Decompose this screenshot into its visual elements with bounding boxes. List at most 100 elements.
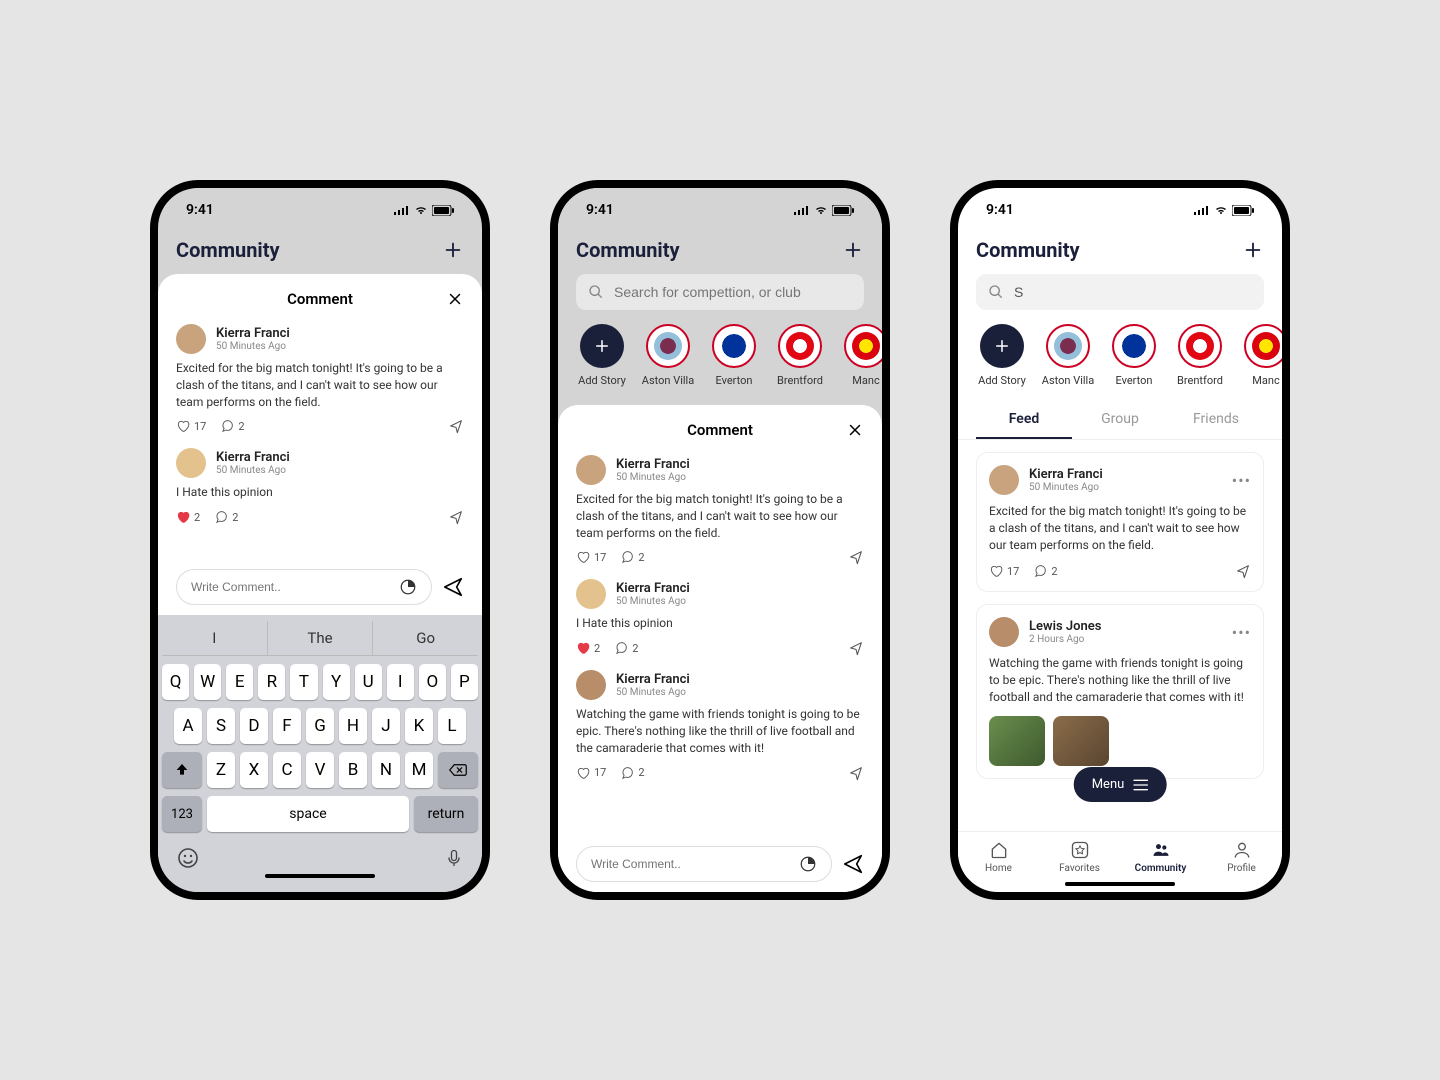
send-icon[interactable]	[842, 853, 864, 875]
avatar[interactable]	[576, 455, 606, 485]
tab-friends[interactable]: Friends	[1168, 401, 1264, 439]
comment-author[interactable]: Kierra Franci	[616, 457, 690, 472]
comment-textfield[interactable]	[191, 580, 399, 594]
key-F[interactable]: F	[273, 708, 301, 744]
share-icon[interactable]	[848, 549, 864, 565]
share-icon[interactable]	[848, 640, 864, 656]
home-indicator[interactable]	[265, 874, 375, 878]
key-S[interactable]: S	[207, 708, 235, 744]
reply-button[interactable]: 2	[614, 641, 638, 655]
avatar[interactable]	[989, 617, 1019, 647]
stories-row[interactable]: Add StoryAston VillaEvertonBrentfordManc	[958, 324, 1282, 401]
comment-author[interactable]: Kierra Franci	[216, 450, 290, 465]
nav-favorites[interactable]: Favorites	[1039, 840, 1120, 874]
key-U[interactable]: U	[355, 664, 382, 700]
shift-key[interactable]	[162, 752, 202, 788]
share-icon[interactable]	[848, 765, 864, 781]
avatar[interactable]	[176, 324, 206, 354]
search-input[interactable]	[1014, 284, 1252, 300]
suggestion[interactable]: I	[162, 621, 268, 655]
reply-button[interactable]: 2	[620, 550, 644, 564]
key-Y[interactable]: Y	[323, 664, 350, 700]
reply-button[interactable]: 2	[1033, 564, 1057, 578]
post-author[interactable]: Kierra Franci	[1029, 467, 1103, 482]
post-image[interactable]	[1053, 716, 1109, 766]
comment-input-field[interactable]	[176, 569, 432, 605]
key-D[interactable]: D	[240, 708, 268, 744]
key-R[interactable]: R	[258, 664, 285, 700]
reply-button[interactable]: 2	[620, 766, 644, 780]
sticker-icon[interactable]	[799, 855, 817, 873]
more-icon[interactable]: •••	[1232, 623, 1251, 642]
comment-author[interactable]: Kierra Franci	[616, 672, 690, 687]
more-icon[interactable]: •••	[1232, 471, 1251, 490]
avatar[interactable]	[989, 465, 1019, 495]
like-button[interactable]: 17	[576, 550, 606, 564]
avatar[interactable]	[576, 579, 606, 609]
menu-fab[interactable]: Menu	[1074, 767, 1167, 802]
stories-row[interactable]: Add StoryAston VillaEvertonBrentfordManc	[558, 324, 882, 401]
tab-group[interactable]: Group	[1072, 401, 1168, 439]
share-icon[interactable]	[1235, 563, 1251, 579]
nav-community[interactable]: Community	[1120, 840, 1201, 874]
story-item[interactable]: Everton	[708, 324, 760, 387]
key-H[interactable]: H	[339, 708, 367, 744]
reply-button[interactable]: 2	[220, 419, 244, 433]
backspace-key[interactable]	[438, 752, 478, 788]
key-W[interactable]: W	[194, 664, 221, 700]
share-icon[interactable]	[448, 418, 464, 434]
key-K[interactable]: K	[405, 708, 433, 744]
suggestion[interactable]: The	[268, 621, 374, 655]
nav-profile[interactable]: Profile	[1201, 840, 1282, 874]
key-Z[interactable]: Z	[207, 752, 235, 788]
story-item[interactable]: Brentford	[1174, 324, 1226, 387]
like-button[interactable]: 17	[176, 419, 206, 433]
comment-input-field[interactable]	[576, 846, 832, 882]
home-indicator[interactable]	[1065, 882, 1175, 886]
post-image[interactable]	[989, 716, 1045, 766]
key-O[interactable]: O	[419, 664, 446, 700]
post-author[interactable]: Lewis Jones	[1029, 619, 1101, 634]
send-icon[interactable]	[442, 576, 464, 598]
add-icon[interactable]	[842, 239, 864, 261]
key-J[interactable]: J	[372, 708, 400, 744]
search-bar[interactable]	[576, 274, 864, 310]
story-item[interactable]: Aston Villa	[642, 324, 694, 387]
space-key[interactable]: space	[207, 796, 409, 832]
avatar[interactable]	[576, 670, 606, 700]
close-icon[interactable]	[846, 421, 864, 439]
key-V[interactable]: V	[306, 752, 334, 788]
comment-author[interactable]: Kierra Franci	[216, 326, 290, 341]
key-G[interactable]: G	[306, 708, 334, 744]
key-L[interactable]: L	[438, 708, 466, 744]
story-item[interactable]: Manc	[1240, 324, 1282, 387]
add-icon[interactable]	[442, 239, 464, 261]
mic-icon[interactable]	[444, 846, 464, 870]
close-icon[interactable]	[446, 290, 464, 308]
share-icon[interactable]	[448, 509, 464, 525]
key-M[interactable]: M	[405, 752, 433, 788]
key-I[interactable]: I	[387, 664, 414, 700]
like-button[interactable]: 2	[576, 641, 600, 655]
comment-textfield[interactable]	[591, 857, 799, 871]
story-item[interactable]: Brentford	[774, 324, 826, 387]
sticker-icon[interactable]	[399, 578, 417, 596]
tab-feed[interactable]: Feed	[976, 401, 1072, 439]
like-button[interactable]: 17	[989, 564, 1019, 578]
like-button[interactable]: 2	[176, 510, 200, 524]
key-E[interactable]: E	[226, 664, 253, 700]
return-key[interactable]: return	[414, 796, 478, 832]
emoji-icon[interactable]	[176, 846, 200, 870]
search-input[interactable]	[614, 284, 852, 300]
key-C[interactable]: C	[273, 752, 301, 788]
key-B[interactable]: B	[339, 752, 367, 788]
nav-home[interactable]: Home	[958, 840, 1039, 874]
key-Q[interactable]: Q	[162, 664, 189, 700]
add-icon[interactable]	[1242, 239, 1264, 261]
numeric-key[interactable]: 123	[162, 796, 202, 832]
like-button[interactable]: 17	[576, 766, 606, 780]
key-X[interactable]: X	[240, 752, 268, 788]
key-A[interactable]: A	[174, 708, 202, 744]
story-item[interactable]: Manc	[840, 324, 882, 387]
story-item[interactable]: Everton	[1108, 324, 1160, 387]
